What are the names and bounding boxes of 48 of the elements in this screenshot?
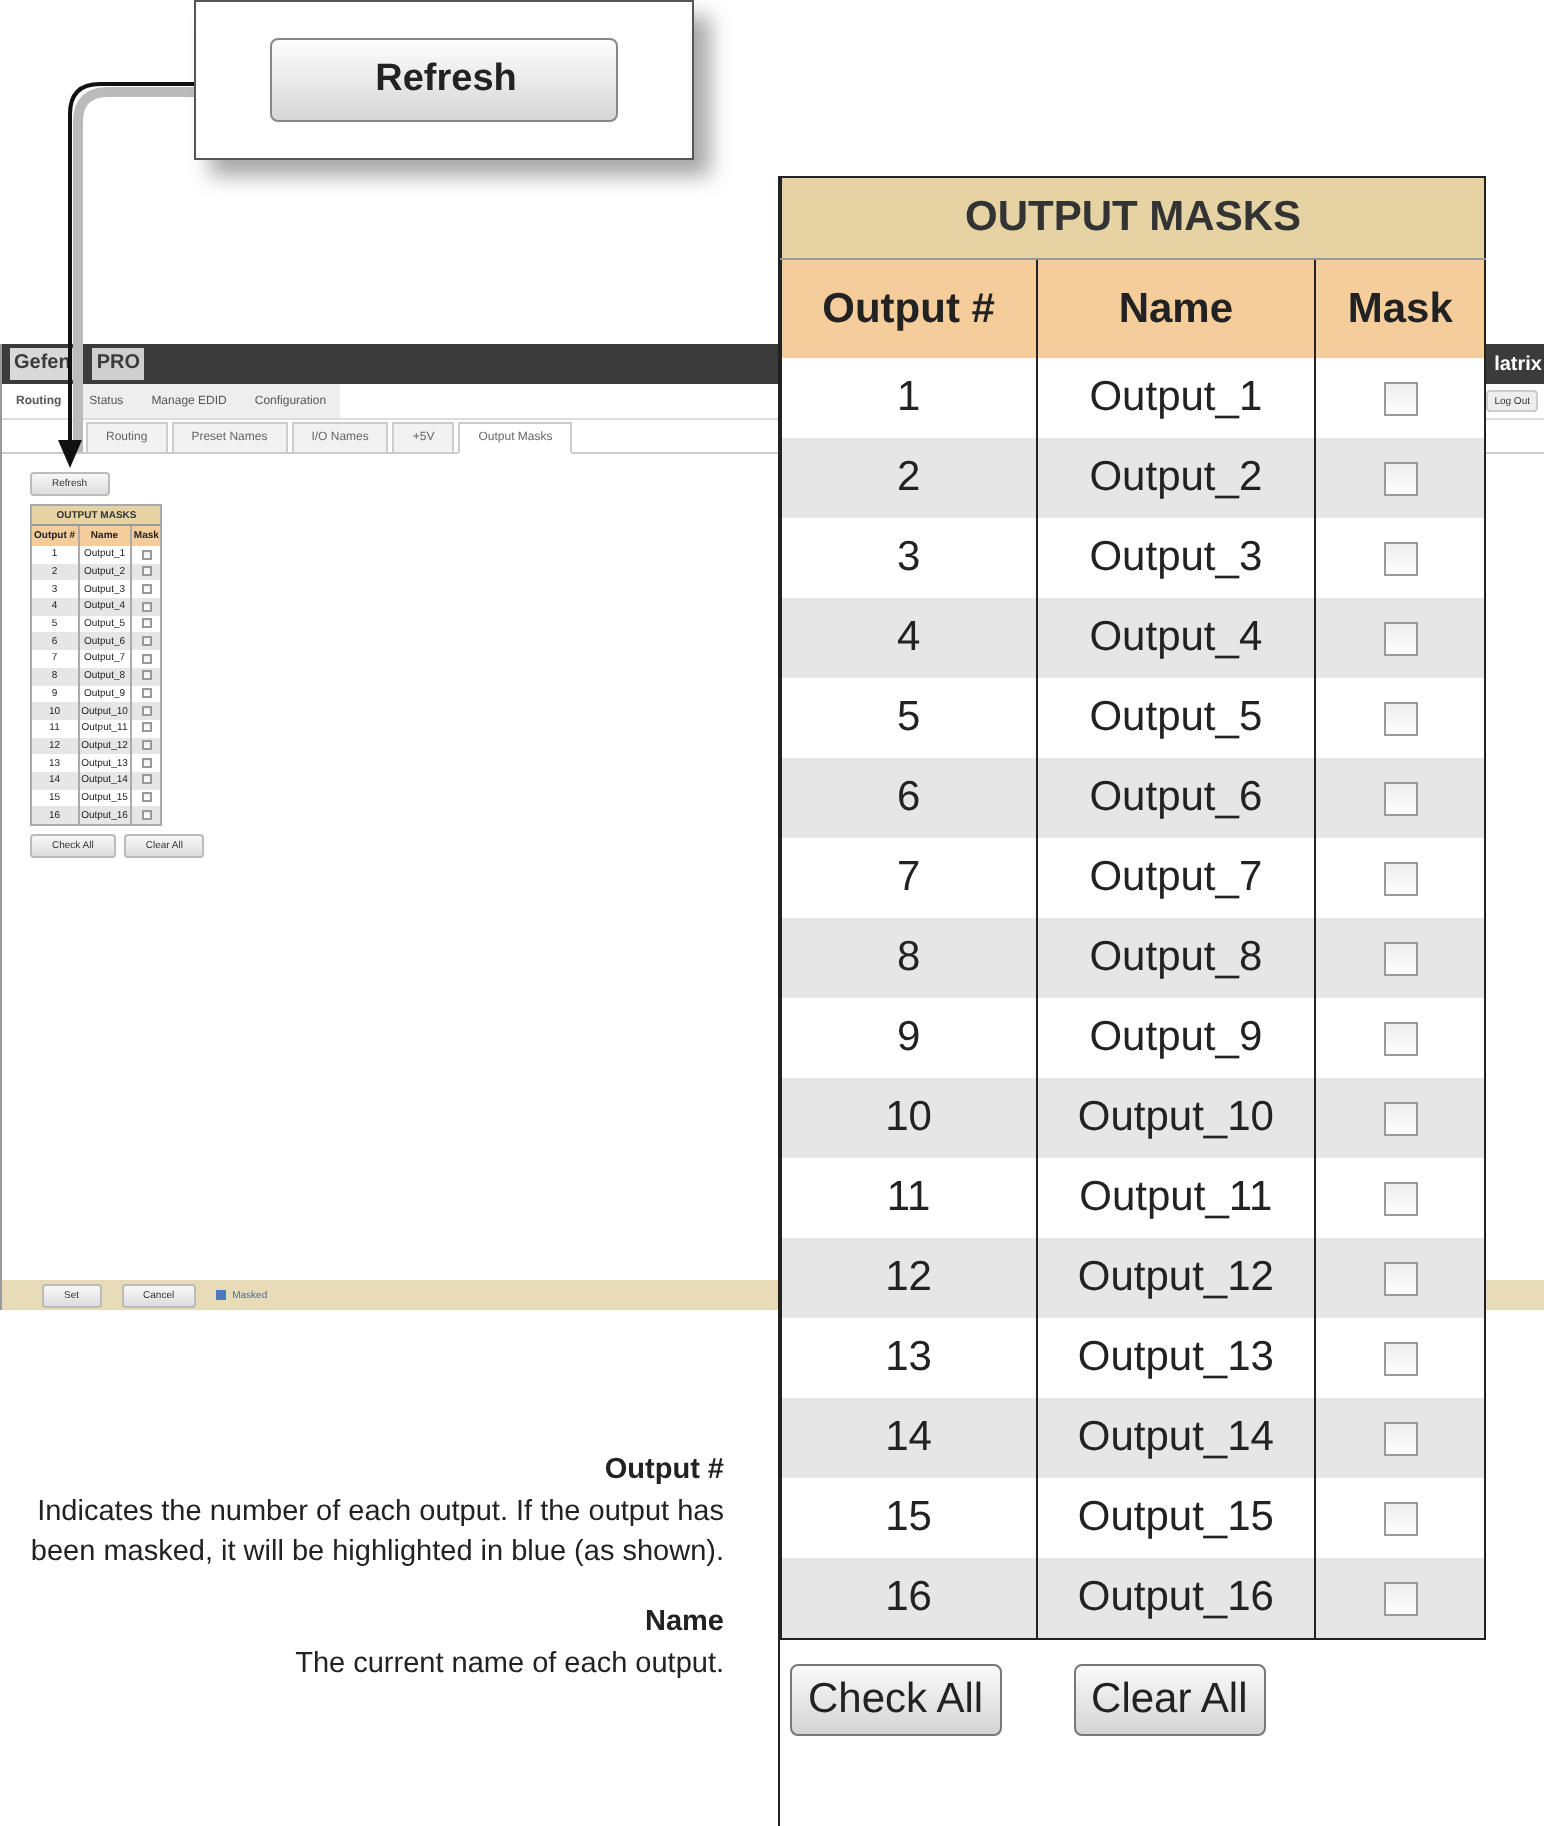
mask-checkbox[interactable] (141, 653, 152, 664)
mask-checkbox[interactable] (1383, 1021, 1418, 1056)
table-button[interactable]: Check All (790, 1664, 1002, 1736)
mask-checkbox[interactable] (141, 601, 152, 612)
mask-checkbox[interactable] (1383, 541, 1418, 576)
table-button[interactable]: Clear All (1073, 1664, 1266, 1736)
refresh-button[interactable]: Refresh (269, 38, 619, 122)
mask-checkbox[interactable] (1383, 781, 1418, 816)
output-number-cell: 16 (781, 1558, 1037, 1639)
mask-checkbox[interactable] (141, 635, 152, 646)
legend-swatch-icon (216, 1290, 227, 1300)
output-name-cell: Output_16 (1036, 1558, 1316, 1639)
mask-checkbox[interactable] (1383, 941, 1418, 976)
mask-checkbox[interactable] (141, 705, 152, 716)
mask-checkbox[interactable] (141, 722, 152, 733)
mask-checkbox[interactable] (1383, 621, 1418, 656)
table-title: OUTPUT MASKS (781, 177, 1485, 259)
mask-checkbox[interactable] (1383, 1101, 1418, 1136)
mask-checkbox[interactable] (1383, 1181, 1418, 1216)
mask-checkbox[interactable] (1383, 381, 1418, 416)
mask-checkbox[interactable] (141, 792, 152, 803)
mask-checkbox[interactable] (141, 670, 152, 681)
note-heading: Name (645, 1606, 724, 1638)
mask-checkbox[interactable] (141, 583, 152, 594)
logo: Gefen PRO (10, 348, 145, 380)
mask-checkbox[interactable] (141, 740, 152, 751)
mask-checkbox[interactable] (141, 774, 152, 785)
column-header: Output # (781, 259, 1037, 358)
mask-checkbox[interactable] (1383, 1501, 1418, 1536)
mask-checkbox[interactable] (141, 809, 152, 820)
header-title: latrix (1494, 353, 1544, 375)
mask-checkbox[interactable] (1383, 701, 1418, 736)
mask-checkbox[interactable] (141, 566, 152, 577)
mask-checkbox[interactable] (1383, 1581, 1418, 1616)
mask-checkbox[interactable] (1383, 461, 1418, 496)
mask-checkbox[interactable] (141, 618, 152, 629)
column-header: Name (1036, 259, 1316, 358)
note-heading: Output # (604, 1454, 724, 1486)
mask-checkbox[interactable] (1383, 1421, 1418, 1456)
mask-checkbox[interactable] (141, 757, 152, 768)
note-text: The current name of each output. (293, 1646, 724, 1684)
mask-checkbox[interactable] (141, 688, 152, 699)
note-text: Indicates the number of each output. If the output has been masked, it will be highlighted in blue (as shown). (28, 1494, 724, 1572)
mask-checkbox[interactable] (1383, 861, 1418, 896)
mask-checkbox[interactable] (1383, 1341, 1418, 1376)
mask-checkbox[interactable] (1383, 1261, 1418, 1296)
mask-checkbox[interactable] (141, 549, 152, 560)
column-header: Mask (1315, 259, 1485, 358)
